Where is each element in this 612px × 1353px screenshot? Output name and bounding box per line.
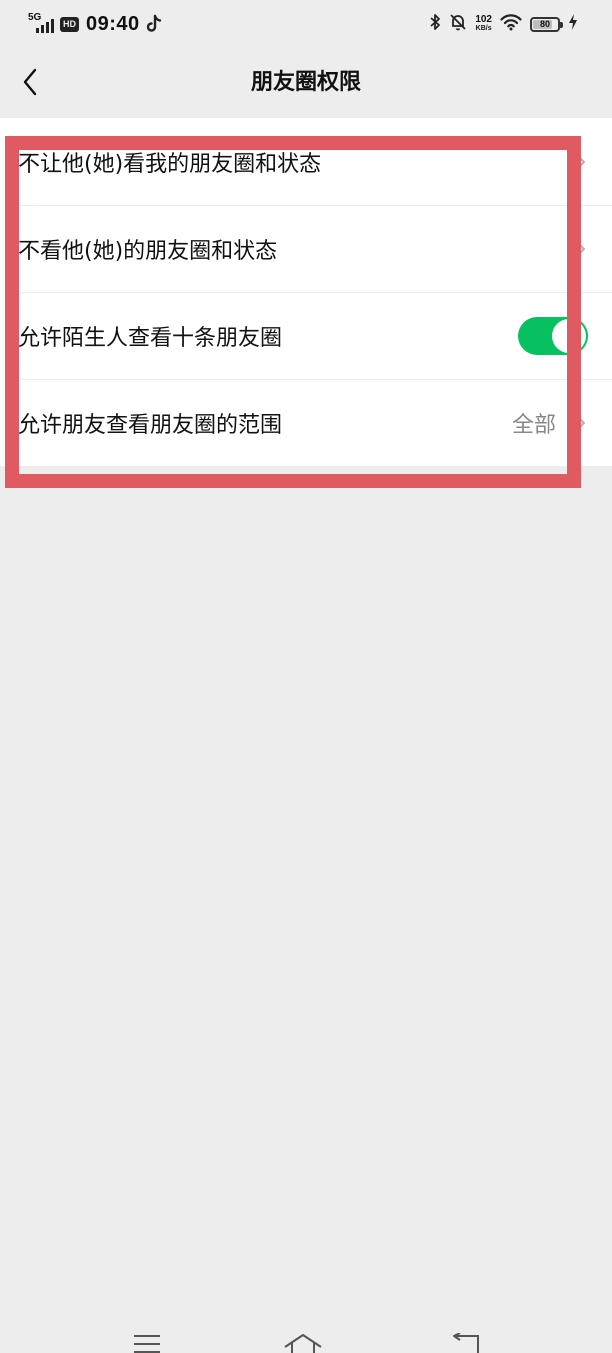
list-item-label: 不看他(她)的朋友圈和状态 [18, 238, 278, 264]
view-range-value: 全部 [511, 412, 556, 438]
list-item-label: 允许朋友查看朋友圈的范围 [18, 412, 283, 438]
chevron-right-icon [577, 241, 585, 256]
chevron-right-icon [577, 154, 585, 169]
toggle-knob [552, 318, 586, 353]
back-icon[interactable] [448, 1333, 482, 1353]
hd-badge: HD [60, 16, 79, 32]
nav-bar: 朋友圈权限 [0, 48, 612, 118]
list-item-stranger-view: 允许陌生人查看十条朋友圈 [0, 292, 612, 379]
signal-icon: 5G [28, 13, 56, 35]
list-item-label: 不让他(她)看我的朋友圈和状态 [18, 151, 322, 177]
page-title: 朋友圈权限 [250, 70, 361, 95]
tiktok-icon [146, 14, 162, 34]
list-item-hide-my-moments[interactable]: 不让他(她)看我的朋友圈和状态 [0, 118, 612, 205]
status-time: 09:40 [86, 12, 140, 35]
home-icon[interactable] [283, 1333, 323, 1353]
list-item-label: 允许陌生人查看十条朋友圈 [18, 325, 283, 351]
status-left: 5G HD 09:40 [28, 10, 162, 38]
battery-level: 80 [539, 19, 550, 29]
bottom-nav [0, 1313, 612, 1353]
charging-icon [568, 13, 578, 35]
network-speed-unit: KB/s [475, 25, 492, 32]
battery-icon: 80 [530, 16, 563, 32]
bluetooth-icon [429, 13, 441, 35]
mute-bell-icon [449, 13, 467, 35]
network-speed-value: 102 [475, 14, 492, 25]
status-right: 102 KB/s 80 [429, 10, 578, 38]
chevron-right-icon [577, 415, 585, 430]
list-item-friend-view-range[interactable]: 允许朋友查看朋友圈的范围 全部 [0, 379, 612, 466]
status-bar: 5G HD 09:40 102 KB/s 80 [0, 0, 612, 48]
stranger-view-toggle[interactable] [518, 316, 588, 355]
menu-icon[interactable] [132, 1333, 162, 1353]
network-speed: 102 KB/s [475, 15, 492, 33]
settings-list: 不让他(她)看我的朋友圈和状态 不看他(她)的朋友圈和状态 允许陌生人查看十条朋… [0, 118, 612, 466]
list-item-hide-their-moments[interactable]: 不看他(她)的朋友圈和状态 [0, 205, 612, 292]
wifi-icon [500, 13, 522, 35]
